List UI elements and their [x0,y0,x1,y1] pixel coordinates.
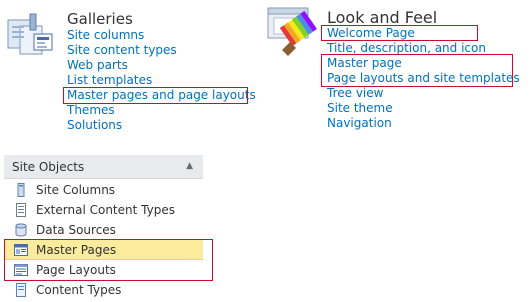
site-objects-header[interactable]: Site Objects ▲ [4,155,203,179]
link-solutions[interactable]: Solutions [67,118,256,133]
data-sources-icon [15,223,27,237]
link-themes[interactable]: Themes [67,103,256,118]
content-types-icon [16,283,26,297]
link-navigation[interactable]: Navigation [327,116,520,131]
galleries-links: Site columns Site content types Web part… [67,28,256,133]
chevron-up-icon[interactable]: ▲ [186,161,193,171]
highlight-master-pages-page-layouts [4,239,213,281]
nav-item-data-sources[interactable]: Data Sources [4,220,203,240]
link-site-theme[interactable]: Site theme [327,101,520,116]
look-and-feel-icon [267,7,317,56]
nav-item-external-content-types[interactable]: External Content Types [4,200,203,220]
link-site-columns[interactable]: Site columns [67,28,256,43]
link-list-templates[interactable]: List templates [67,73,256,88]
external-content-types-icon [16,203,26,217]
galleries-heading: Galleries [67,10,133,28]
link-site-content-types[interactable]: Site content types [67,43,256,58]
nav-label-site-columns: Site Columns [36,183,116,197]
nav-item-site-columns[interactable]: Site Columns [4,180,203,200]
site-objects-title: Site Objects [12,160,85,174]
highlight-master-pages-and-page-layouts [63,87,248,104]
site-columns-icon [17,183,25,197]
link-web-parts[interactable]: Web parts [67,58,256,73]
nav-label-content-types: Content Types [36,283,122,297]
highlight-welcome-page [321,25,478,41]
nav-item-content-types[interactable]: Content Types [4,280,203,300]
nav-label-external-content-types: External Content Types [36,203,175,217]
nav-label-data-sources: Data Sources [36,223,116,237]
highlight-master-page-and-page-layouts [321,54,513,87]
galleries-icon [7,13,53,55]
link-tree-view[interactable]: Tree view [327,86,520,101]
